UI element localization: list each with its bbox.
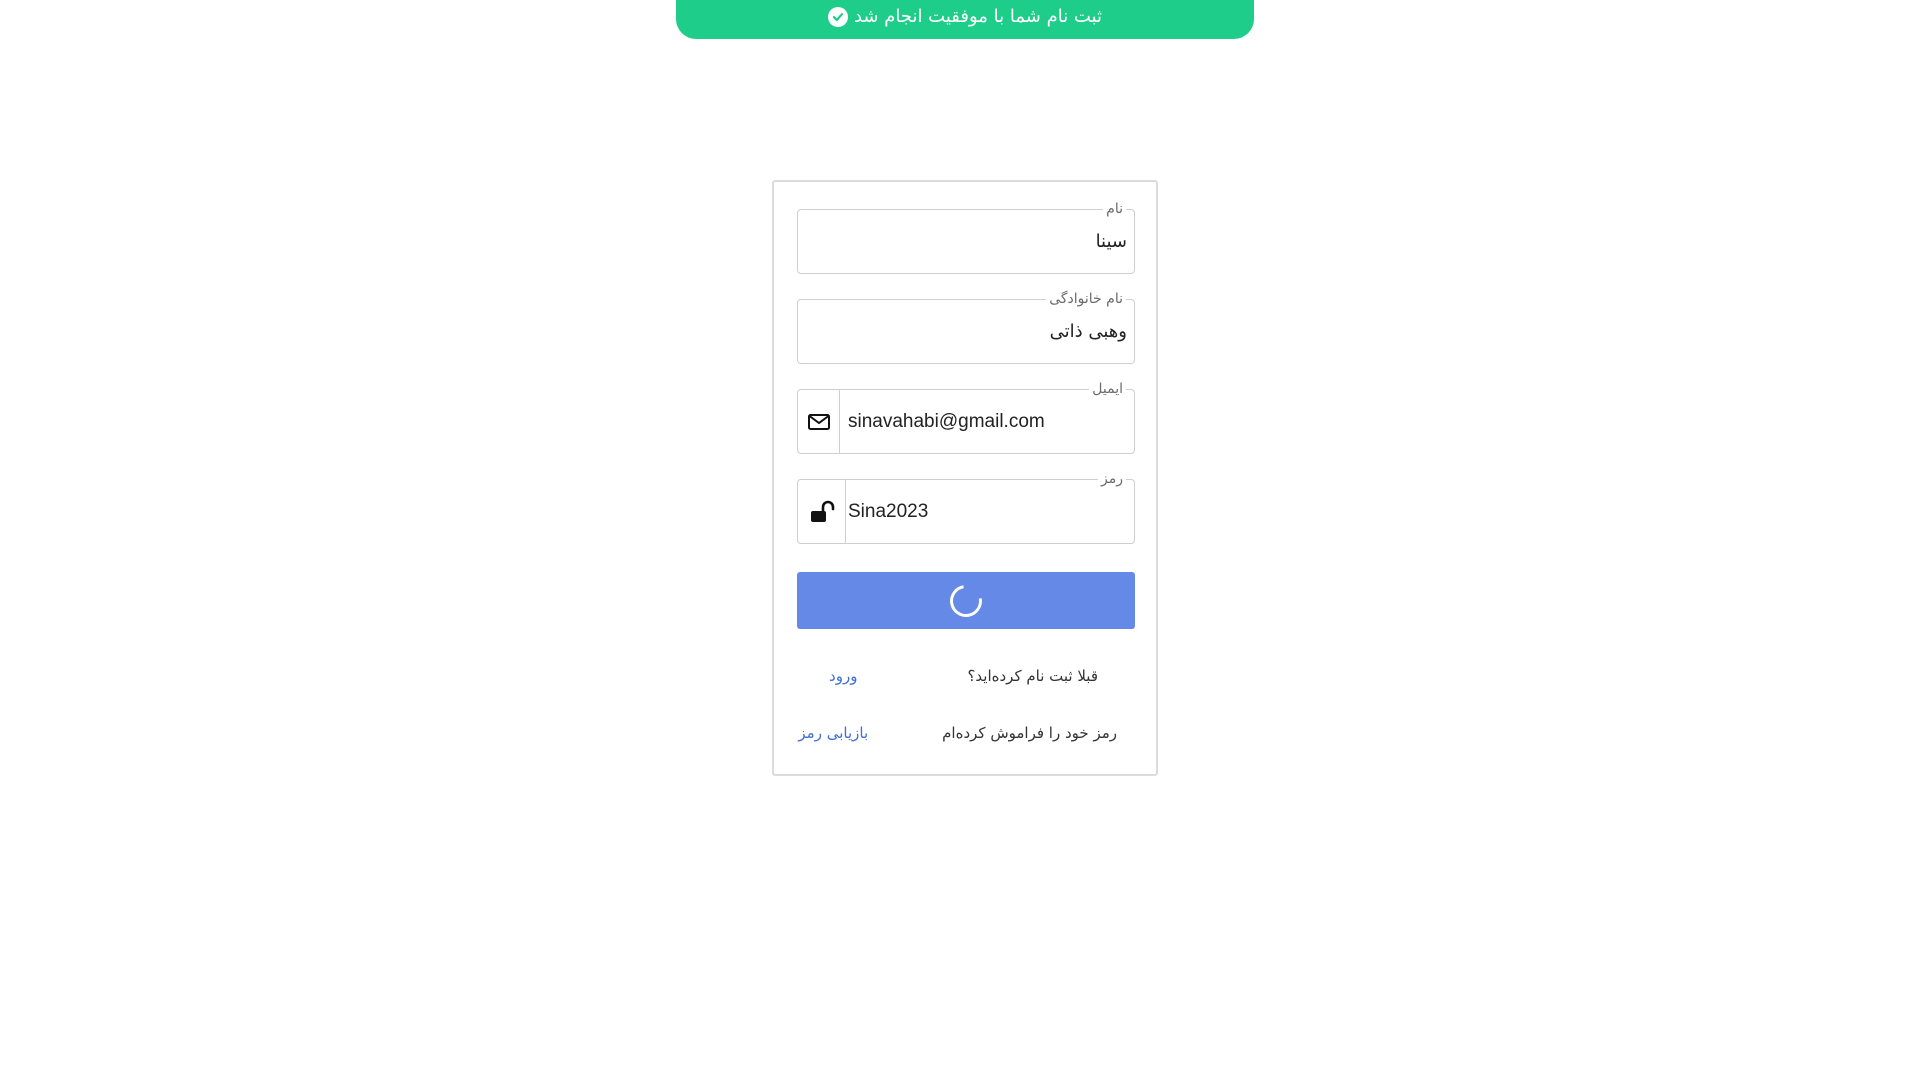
success-toast: ثبت نام شما با موفقیت انجام شد [676, 0, 1254, 39]
first-name-field[interactable]: نام سینا [797, 200, 1135, 274]
register-card: نام سینا نام خانوادگی وهبی ذاتی ایمیل si… [772, 180, 1158, 776]
login-link[interactable]: ورود [829, 667, 857, 685]
toast-message: ثبت نام شما با موفقیت انجام شد [853, 6, 1103, 27]
email-field[interactable]: ایمیل sinavahabi@gmail.com [797, 380, 1135, 454]
forgot-link[interactable]: بازیابی رمز [798, 724, 868, 742]
forgot-prompt: رمز خود را فراموش کرده‌ام [942, 724, 1117, 742]
last-name-value[interactable]: وهبی ذاتی [805, 300, 1127, 363]
first-name-value[interactable]: سینا [805, 210, 1127, 273]
forgot-row: رمز خود را فراموش کرده‌ام بازیابی رمز [797, 721, 1135, 745]
login-prompt: قبلا ثبت نام کرده‌اید؟ [967, 667, 1098, 685]
login-row: قبلا ثبت نام کرده‌اید؟ ورود [797, 664, 1135, 688]
mail-icon [798, 390, 840, 453]
last-name-field[interactable]: نام خانوادگی وهبی ذاتی [797, 290, 1135, 364]
password-value[interactable]: Sina2023 [848, 480, 1127, 543]
loading-spinner-icon [943, 578, 989, 623]
email-value[interactable]: sinavahabi@gmail.com [848, 390, 1127, 453]
unlock-icon[interactable] [798, 480, 846, 543]
check-circle-icon [827, 6, 848, 27]
password-field[interactable]: رمز Sina2023 [797, 470, 1135, 544]
submit-button[interactable] [797, 572, 1135, 629]
